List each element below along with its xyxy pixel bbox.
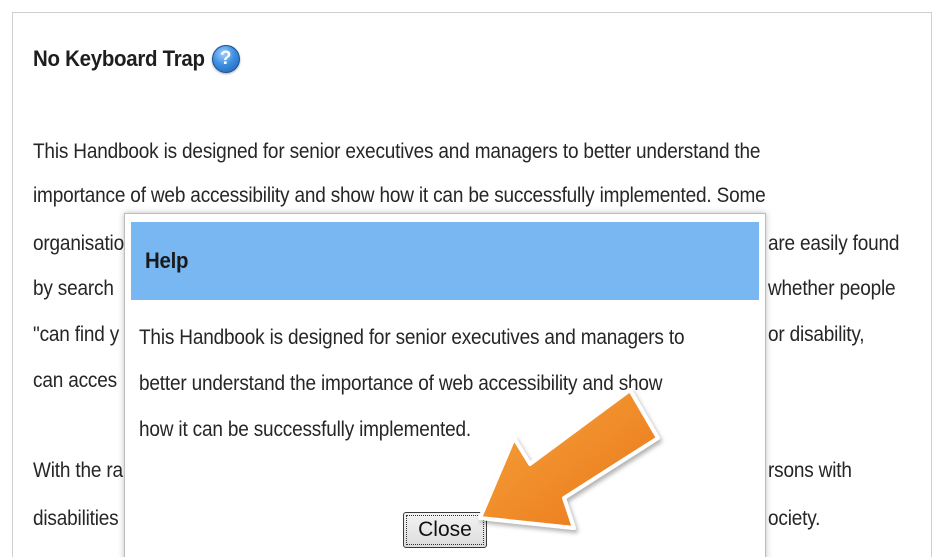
- paragraph-line-tail: whether people: [768, 277, 896, 300]
- paragraph-line-tail: are easily found: [768, 232, 900, 255]
- paragraph-line: can acces: [33, 369, 117, 392]
- paragraph-line: With the ra: [33, 459, 123, 482]
- paragraph-line-tail: or disability,: [768, 323, 865, 346]
- close-button[interactable]: Close: [403, 512, 487, 548]
- paragraph-line: by search: [33, 277, 114, 300]
- paragraph-line: "can find y: [33, 323, 120, 346]
- paragraph-line-tail: ociety.: [768, 507, 821, 530]
- paragraph-line: This Handbook is designed for senior exe…: [33, 140, 761, 163]
- paragraph-line: importance of web accessibility and show…: [33, 184, 766, 207]
- paragraph-line: organisatio: [33, 232, 124, 255]
- help-dialog-text-line: how it can be successfully implemented.: [139, 418, 472, 441]
- help-dialog-header: Help: [131, 222, 759, 300]
- help-dialog-text-line: better understand the importance of web …: [139, 372, 663, 395]
- help-dialog-title: Help: [145, 248, 189, 273]
- help-dialog: Help This Handbook is designed for senio…: [124, 213, 766, 557]
- paragraph-line: disabilities: [33, 507, 119, 530]
- section-heading-row: No Keyboard Trap ?: [33, 42, 240, 76]
- help-dialog-text-line: This Handbook is designed for senior exe…: [139, 326, 685, 349]
- paragraph-line-tail: rsons with: [768, 459, 852, 482]
- help-icon[interactable]: ?: [211, 45, 240, 73]
- page: No Keyboard Trap ? This Handbook is desi…: [0, 0, 934, 557]
- section-heading: No Keyboard Trap: [33, 46, 205, 71]
